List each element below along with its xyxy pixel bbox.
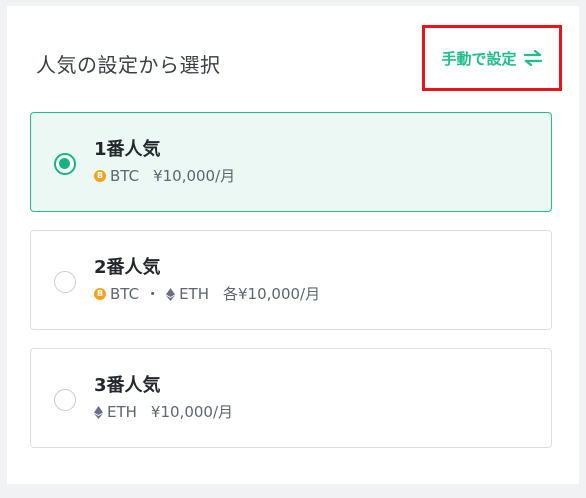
manual-setting-label: 手動で設定	[441, 49, 517, 68]
option-title: 1番人気	[94, 139, 161, 160]
coin-label: ETH	[179, 284, 209, 303]
bitcoin-icon: B	[94, 169, 106, 182]
option-title: 3番人気	[94, 375, 161, 396]
preset-panel: 人気の設定から選択 手動で設定 1番人気 B BTC ¥10,000/月 2番人…	[7, 6, 579, 484]
option-detail: B BTC ・ ETH 各¥10,000/月	[94, 283, 320, 304]
option-title: 2番人気	[94, 257, 161, 278]
ethereum-icon	[94, 405, 103, 419]
amount-label: ¥10,000/月	[150, 403, 234, 421]
radio-button[interactable]	[54, 389, 76, 411]
coin-label: BTC	[110, 166, 140, 185]
coin-label: BTC	[110, 284, 140, 303]
radio-button[interactable]	[54, 271, 76, 293]
amount-label: 各¥10,000/月	[223, 285, 321, 303]
swap-arrows-icon	[523, 49, 543, 67]
option-detail: ETH ¥10,000/月	[94, 401, 233, 422]
coin-label: ETH	[107, 402, 137, 421]
coin-separator: ・	[145, 285, 161, 303]
preset-option-1[interactable]: 1番人気 B BTC ¥10,000/月	[30, 112, 552, 212]
ethereum-icon	[166, 287, 176, 301]
amount-label: ¥10,000/月	[153, 167, 236, 185]
preset-option-2[interactable]: 2番人気 B BTC ・ ETH 各¥10,000/月	[30, 230, 552, 330]
preset-option-3[interactable]: 3番人気 ETH ¥10,000/月	[30, 348, 552, 448]
radio-button-selected[interactable]	[54, 153, 76, 175]
bitcoin-icon: B	[94, 287, 106, 300]
section-title: 人気の設定から選択	[36, 53, 221, 77]
manual-setting-link[interactable]: 手動で設定	[422, 25, 562, 91]
option-detail: B BTC ¥10,000/月	[94, 165, 235, 186]
